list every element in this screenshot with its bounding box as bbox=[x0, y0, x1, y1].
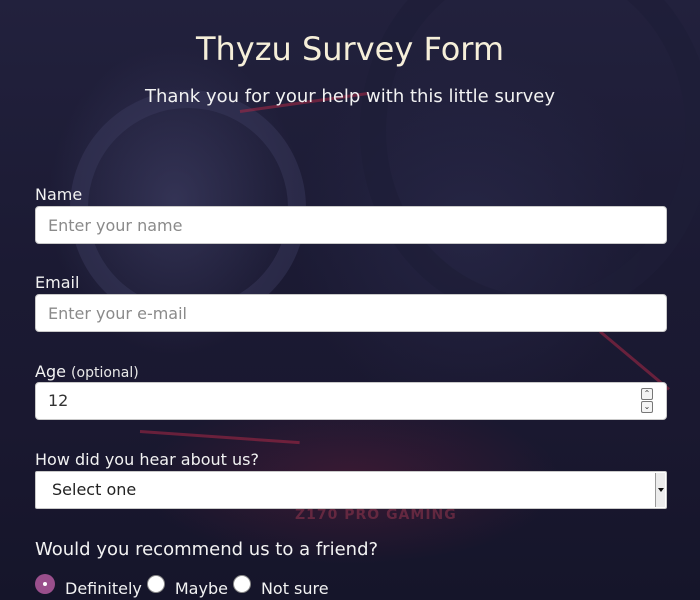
stepper-up-icon[interactable]: ⌃ bbox=[641, 388, 653, 400]
radio-label-maybe: Maybe bbox=[174, 578, 228, 598]
age-stepper[interactable]: ⌃ ⌄ bbox=[641, 388, 653, 413]
age-number-input[interactable]: 12 ⌃ ⌄ bbox=[35, 382, 667, 420]
age-value: 12 bbox=[48, 391, 69, 410]
referral-dropdown[interactable]: Select one bbox=[35, 471, 667, 509]
radio-label-definitely: Definitely bbox=[65, 578, 142, 598]
radio-label-not-sure: Not sure bbox=[260, 578, 329, 598]
page-title: Thyzu Survey Form bbox=[195, 30, 505, 68]
referral-selected-value: Select one bbox=[52, 480, 137, 499]
email-input[interactable] bbox=[35, 294, 667, 332]
recommend-radio-group: Definitely Maybe Not sure bbox=[35, 570, 329, 598]
page-description: Thank you for your help with this little… bbox=[144, 86, 556, 107]
radio-not-sure[interactable] bbox=[232, 575, 251, 593]
radio-maybe[interactable] bbox=[146, 575, 165, 593]
survey-page: Thyzu Survey Form Thank you for your hel… bbox=[0, 0, 700, 600]
chevron-down-icon[interactable] bbox=[655, 473, 665, 507]
radio-definitely[interactable] bbox=[35, 574, 55, 594]
age-optional-note: (optional) bbox=[71, 365, 139, 381]
name-input[interactable] bbox=[35, 206, 667, 244]
referral-label: How did you hear about us? bbox=[35, 450, 259, 469]
age-label-group: Age (optional) bbox=[35, 362, 139, 381]
email-label: Email bbox=[35, 273, 80, 292]
name-label: Name bbox=[35, 185, 83, 204]
age-label: Age bbox=[35, 362, 66, 381]
recommend-question: Would you recommend us to a friend? bbox=[35, 539, 379, 560]
stepper-down-icon[interactable]: ⌄ bbox=[641, 401, 653, 413]
